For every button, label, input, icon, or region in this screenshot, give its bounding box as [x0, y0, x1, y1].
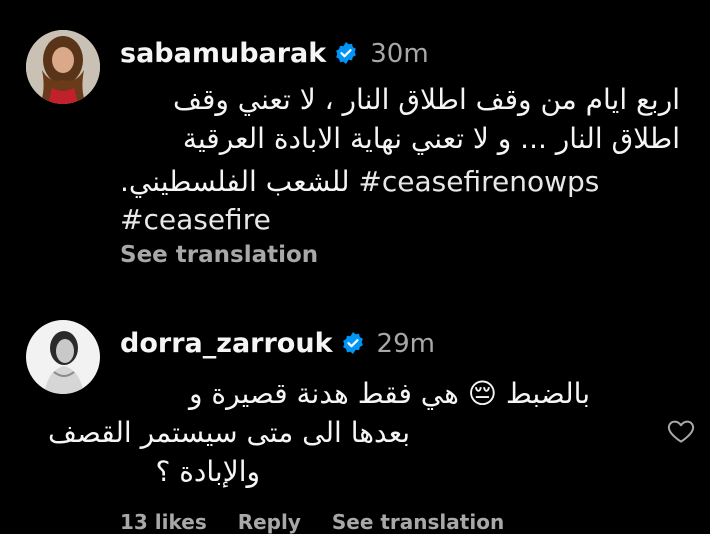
username-text[interactable]: dorra_zarrouk — [120, 328, 333, 359]
comment-text-line: والإبادة ؟ — [155, 455, 261, 488]
hashtag-link[interactable]: #ceasefire — [120, 200, 271, 239]
comment-text-line: بالضبط 😔 هي فقط هدنة قصيرة و — [188, 377, 590, 410]
username-text[interactable]: sabamubarak — [120, 38, 326, 69]
heart-outline-icon[interactable] — [666, 416, 696, 446]
likes-count[interactable]: 13 likes — [120, 510, 207, 534]
avatar-dorra_zarrouk[interactable] — [26, 320, 100, 394]
comment-text-line: اطلاق النار ... و لا تعني نهاية الابادة … — [182, 122, 680, 155]
see-translation-link[interactable]: See translation — [120, 242, 318, 268]
comment-text-segment: للشعب الفلسطيني. — [120, 165, 350, 198]
comment-text-line: بعدها الى متى سيستمر القصف — [47, 416, 410, 449]
hashtag-link[interactable]: #ceasefirenowps — [358, 165, 599, 198]
comment-text-line-3: للشعب الفلسطيني. #ceasefirenowps — [120, 162, 599, 201]
see-translation-link[interactable]: See translation — [332, 510, 504, 534]
comment-text-line: اربع ايام من وقف اطلاق النار ، لا تعني و… — [172, 83, 680, 116]
comment-timestamp[interactable]: 30m — [370, 39, 428, 69]
comment-timestamp[interactable]: 29m — [377, 329, 435, 359]
reply-link[interactable]: Reply — [238, 510, 301, 534]
comment-actions-row: 13 likes Reply See translation — [120, 510, 528, 534]
comment-username[interactable]: sabamubarak 30m — [120, 38, 429, 69]
verified-badge-icon — [334, 41, 358, 65]
comment-username[interactable]: dorra_zarrouk 29m — [120, 328, 435, 359]
avatar-sabamubarak[interactable] — [26, 30, 100, 104]
verified-badge-icon — [341, 331, 365, 355]
